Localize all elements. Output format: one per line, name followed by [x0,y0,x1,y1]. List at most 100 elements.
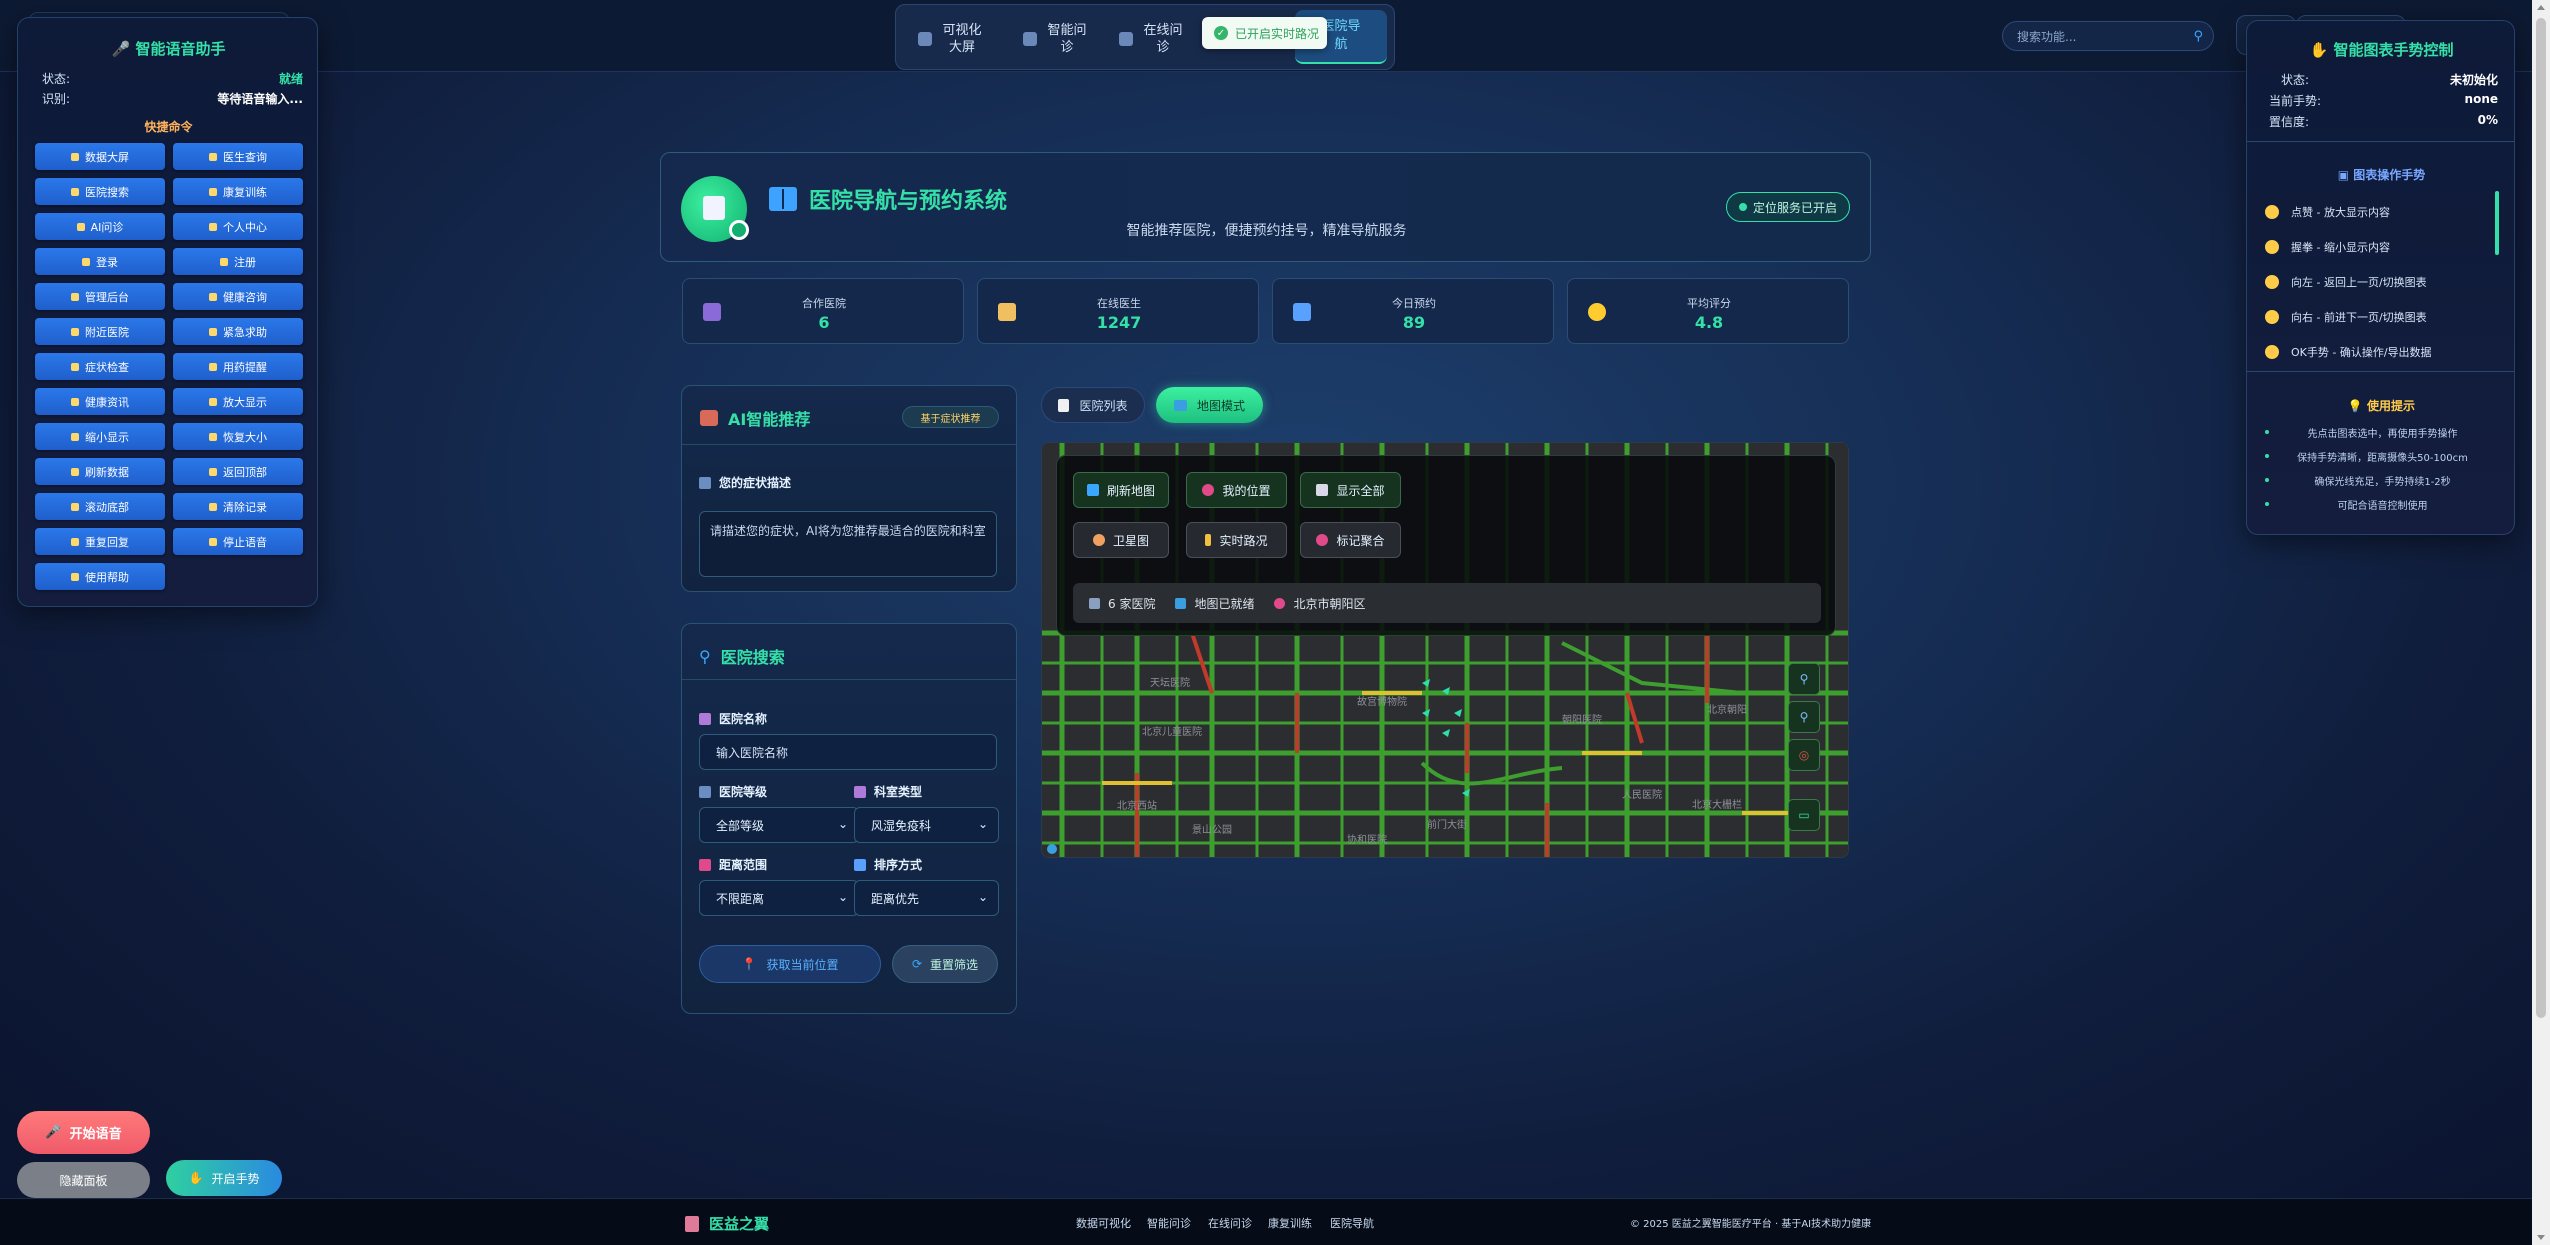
search-input[interactable]: 搜索功能... ⚲ [2002,21,2214,51]
map-label: 协和医院 [1347,833,1387,846]
department-select[interactable]: 风湿免疫科 ⌄ [854,807,999,843]
hospital-level-select[interactable]: 全部等级 ⌄ [699,807,859,843]
chevron-down-icon: ⌄ [837,817,848,831]
quick-command-button[interactable]: 紧急求助 [173,318,303,345]
quick-command-button[interactable]: 健康资讯 [35,388,165,415]
get-location-button[interactable]: 📍 获取当前位置 [699,945,881,983]
chevron-down-icon: ⌄ [837,890,848,904]
tab-hospital-list[interactable]: 医院列表 [1041,387,1145,423]
voice-assistant-panel: 🎤 智能语音助手 状态: 就绪 识别: 等待语音输入... 快捷命令 数据大屏 医生查… [17,17,318,607]
quick-command-button[interactable]: 刷新数据 [35,458,165,485]
gesture-list-scrollbar[interactable] [2495,191,2499,255]
quick-command-button[interactable]: 附近医院 [35,318,165,345]
pin-icon: 📍 [741,957,757,971]
my-location-button[interactable]: 我的位置 [1186,472,1287,508]
quick-command-button[interactable]: 医院搜索 [35,178,165,205]
microphone-icon: 🎤 [45,1125,62,1140]
cluster-markers-button[interactable]: 标记聚合 [1300,522,1401,558]
quick-command-button[interactable]: AI问诊 [35,213,165,240]
ai-recommend-card: AI智能推荐 基于症状推荐 您的症状描述 请描述您的症状，AI将为您推荐最适合的… [681,385,1017,592]
quick-command-button[interactable]: 用药提醒 [173,353,303,380]
sort-select[interactable]: 距离优先 ⌄ [854,880,999,916]
voice-status-value: 就绪 [278,72,303,86]
microphone-icon: 🎤 [111,40,136,58]
zoom-in-icon[interactable]: ⚲ [1788,663,1820,695]
distance-label: 距离范围 [699,856,767,873]
fullscreen-icon[interactable]: ▭ [1788,799,1820,831]
reset-filter-button[interactable]: ⟳ 重置筛选 [892,945,998,983]
doctor-icon [1119,32,1133,46]
quick-command-button[interactable]: 使用帮助 [35,563,165,590]
symptom-textarea[interactable]: 请描述您的症状，AI将为您推荐最适合的医院和科室 [699,511,997,577]
footer-link[interactable]: 智能问诊 [1147,1215,1191,1231]
refresh-map-button[interactable]: 刷新地图 [1073,472,1169,508]
bullet-icon [2265,502,2269,506]
quick-command-button[interactable]: 放大显示 [173,388,303,415]
quick-command-button[interactable]: 数据大屏 [35,143,165,170]
pin-icon [1316,534,1329,546]
hospital-name-input[interactable]: 输入医院名称 [699,734,997,770]
quick-command-button[interactable]: 康复训练 [173,178,303,205]
quick-command-button[interactable]: 个人中心 [173,213,303,240]
point-right-icon [2265,310,2279,324]
scroll-up-icon[interactable] [2537,5,2545,10]
map-label: 人民医院 [1622,788,1662,801]
nav-item-online-consult[interactable]: 在线问诊 [1119,17,1183,61]
start-voice-button[interactable]: 🎤 开始语音 [17,1111,150,1154]
footer-link[interactable]: 康复训练 [1268,1215,1312,1231]
scrollbar-thumb[interactable] [2536,18,2546,1018]
scroll-down-icon[interactable] [2537,1235,2545,1240]
page-scrollbar[interactable] [2532,0,2550,1245]
ai-card-title: AI智能推荐 [700,406,810,430]
quick-command-button[interactable]: 症状检查 [35,353,165,380]
start-gesture-button[interactable]: ✋ 开启手势 [166,1160,282,1196]
quick-command-button[interactable]: 滚动底部 [35,493,165,520]
quick-command-button[interactable]: 恢复大小 [173,423,303,450]
quick-command-button[interactable]: 管理后台 [35,283,165,310]
department-label: 科室类型 [854,783,922,800]
hospital-map[interactable]: 天坛医院 北京儿童医院 故宫博物院 朝阳医院 北京西站 景山公园 协和医院 前门… [1041,442,1849,858]
map-label: 北京朝阳 [1707,703,1747,716]
zoom-out-icon[interactable]: ⚲ [1788,701,1820,733]
hide-panel-button[interactable]: 隐藏面板 [17,1162,150,1198]
quick-command-button[interactable]: 医生查询 [173,143,303,170]
quick-command-button[interactable]: 健康咨询 [173,283,303,310]
locate-target-icon[interactable]: ◎ [1788,739,1820,771]
gesture-op-item: 点赞 - 放大显示内容 [2265,204,2485,220]
bulb-icon: 💡 [2347,399,2368,413]
chart-icon [918,32,932,46]
quick-command-button[interactable]: 注册 [173,248,303,275]
hospital-logo-icon [685,1215,699,1232]
command-icon [71,537,79,546]
usage-tip: 先点击图表选中，再使用手势操作 [2265,425,2500,440]
quick-command-button[interactable]: 清除记录 [173,493,303,520]
command-icon [71,152,79,161]
nav-item-dashboard[interactable]: 可视化大屏 [918,17,982,61]
quick-command-button[interactable]: 登录 [35,248,165,275]
gesture-status-row: 状态: 未初始化 [2281,73,2498,87]
command-icon [71,572,79,581]
traffic-button[interactable]: 实时路况 [1186,522,1287,558]
quick-command-button[interactable]: 缩小显示 [35,423,165,450]
show-all-button[interactable]: 显示全部 [1300,472,1401,508]
hand-icon: ✋ [2309,41,2334,59]
nav-item-ai-diagnosis[interactable]: 智能问诊 [1023,17,1087,61]
footer-link[interactable]: 在线问诊 [1208,1215,1252,1231]
robot-icon [700,410,718,426]
toast-notification: ✓ 已开启实时路况 [1202,17,1327,49]
quick-commands-title: 快捷命令 [144,120,193,134]
satellite-button[interactable]: 卫星图 [1073,522,1169,558]
quick-command-button[interactable]: 返回顶部 [173,458,303,485]
footer-link[interactable]: 医院导航 [1330,1215,1374,1231]
quick-command-button[interactable]: 重复回复 [35,528,165,555]
tab-map-mode[interactable]: 地图模式 [1156,387,1263,423]
current-area: 北京市朝阳区 [1274,595,1365,612]
gesture-panel-title: ✋ 智能图表手势控制 [2309,41,2454,59]
footer-link[interactable]: 数据可视化 [1076,1215,1131,1231]
gesture-confidence-row: 置信度: 0% [2269,113,2498,129]
bullet-icon [2265,454,2269,458]
map-attribution-icon [1047,844,1057,854]
distance-select[interactable]: 不限距离 ⌄ [699,880,859,916]
status-dot-icon [1738,203,1747,211]
quick-command-button[interactable]: 停止语音 [173,528,303,555]
